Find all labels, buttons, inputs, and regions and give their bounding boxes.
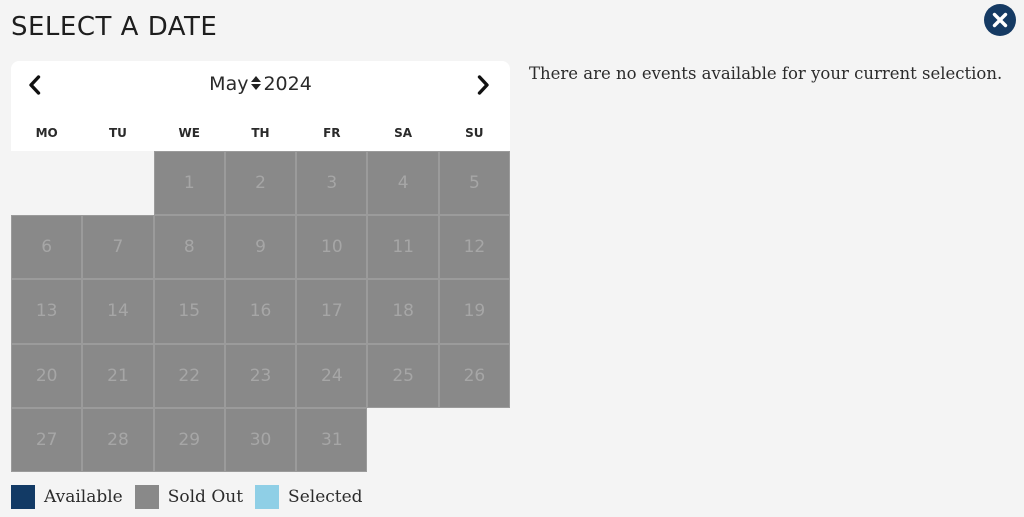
day-cell-1: 1 <box>153 151 225 216</box>
legend: Available Sold Out Selected <box>11 485 375 509</box>
legend-swatch-selected <box>255 485 280 509</box>
year-select[interactable]: 2024 <box>263 73 311 95</box>
day-cell-9: 9 <box>224 215 297 280</box>
month-label: May <box>209 73 249 95</box>
legend-label: Selected <box>288 487 363 507</box>
no-events-message: There are no events available for your c… <box>529 64 1003 83</box>
day-cell-24: 24 <box>296 343 368 408</box>
day-cell-11: 11 <box>367 215 439 280</box>
day-cell-17: 17 <box>296 279 368 344</box>
day-cell-14: 14 <box>82 279 154 344</box>
day-cell-23: 23 <box>224 343 297 408</box>
day-cell-2: 2 <box>224 151 297 216</box>
day-cell-5: 5 <box>438 151 511 216</box>
day-cell-29: 29 <box>153 407 225 472</box>
blank-day-cell <box>11 151 83 216</box>
day-cell-26: 26 <box>438 343 511 408</box>
weekday-label: MO <box>35 126 58 140</box>
weekday-label: TH <box>251 126 270 140</box>
legend-item-sold-out: Sold Out <box>134 485 244 509</box>
day-cell-28: 28 <box>82 407 154 472</box>
blank-day-cell <box>82 151 154 216</box>
weekday-label: WE <box>178 126 200 140</box>
weekday-label: SA <box>394 126 413 140</box>
day-grid: 1 2 3 4 5 6 7 8 9 10 11 12 13 14 15 16 17 18 19 20 21 22 23 24 2… <box>11 151 511 472</box>
day-cell-16: 16 <box>224 279 297 344</box>
month-select[interactable]: May <box>209 73 263 95</box>
day-cell-10: 10 <box>296 215 368 280</box>
weekday-label: TU <box>108 126 127 140</box>
next-month-button[interactable] <box>471 73 495 97</box>
day-cell-3: 3 <box>296 151 368 216</box>
legend-swatch-sold-out <box>134 485 159 509</box>
legend-swatch-available <box>11 485 35 509</box>
chevron-right-icon <box>477 75 489 95</box>
weekday-label: SU <box>465 126 484 140</box>
calendar: May 2024 MO TU WE TH FR SA SU 1 2 3 4 5 6 7 8 9 10… <box>11 61 511 472</box>
day-cell-15: 15 <box>153 279 225 344</box>
month-year-selector: May 2024 <box>11 71 510 97</box>
day-cell-8: 8 <box>153 215 225 280</box>
day-cell-27: 27 <box>11 407 83 472</box>
calendar-header: May 2024 MO TU WE TH FR SA SU <box>11 61 510 151</box>
day-cell-6: 6 <box>11 215 83 280</box>
day-cell-21: 21 <box>82 343 154 408</box>
day-cell-18: 18 <box>367 279 439 344</box>
day-cell-22: 22 <box>153 343 225 408</box>
day-cell-30: 30 <box>224 407 297 472</box>
legend-item-available: Available <box>11 485 123 509</box>
day-cell-4: 4 <box>367 151 439 216</box>
day-cell-13: 13 <box>11 279 83 344</box>
dialog-title: SELECT A DATE <box>11 12 218 42</box>
sort-updown-icon <box>251 76 262 90</box>
legend-label: Available <box>44 487 123 507</box>
weekday-label: FR <box>323 126 341 140</box>
close-button[interactable] <box>984 4 1016 36</box>
day-cell-31: 31 <box>296 407 368 472</box>
day-cell-19: 19 <box>438 279 511 344</box>
day-cell-25: 25 <box>367 343 439 408</box>
legend-label: Sold Out <box>167 487 244 507</box>
day-cell-12: 12 <box>438 215 511 280</box>
weekday-header-row: MO TU WE TH FR SA SU <box>11 123 510 143</box>
legend-item-selected: Selected <box>255 485 363 509</box>
day-cell-7: 7 <box>82 215 154 280</box>
day-cell-20: 20 <box>11 343 83 408</box>
close-x-icon <box>992 12 1008 28</box>
